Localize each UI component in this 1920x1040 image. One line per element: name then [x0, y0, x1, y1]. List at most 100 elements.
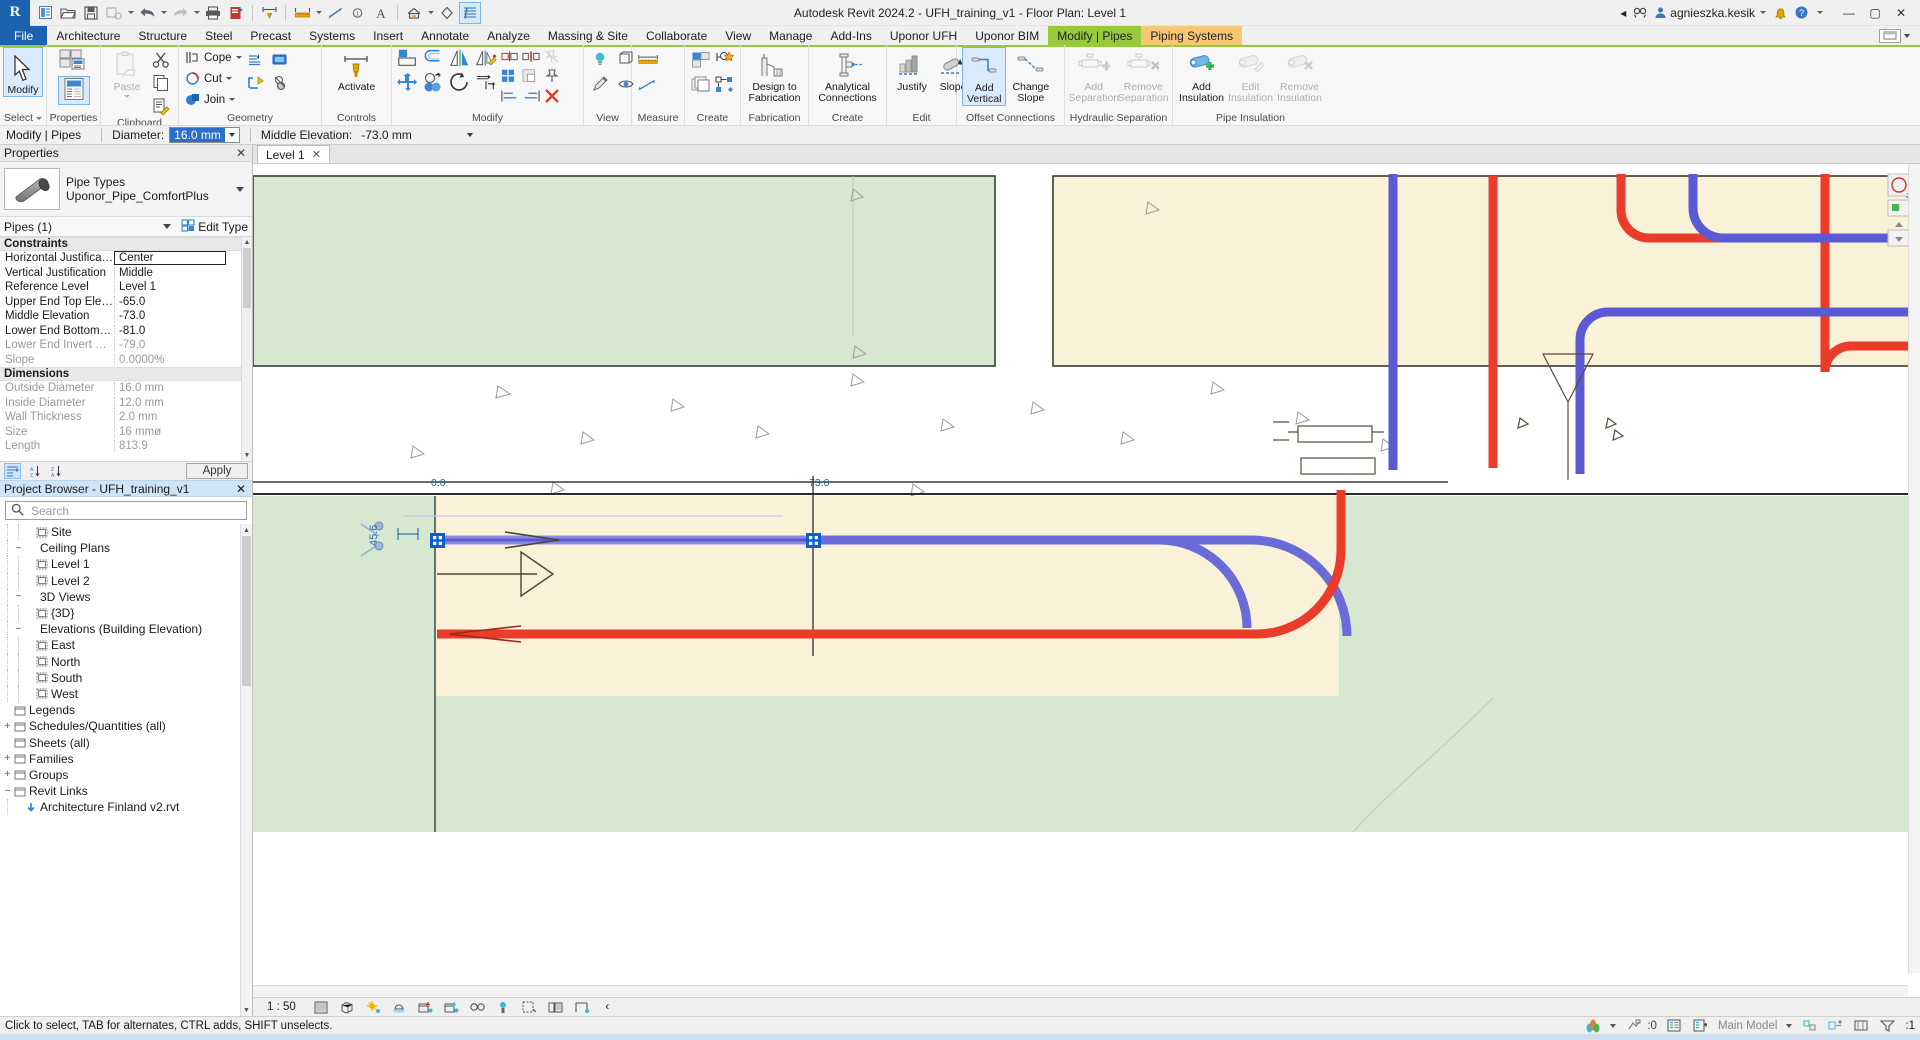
sort-ascending-button[interactable]: AZ	[25, 463, 42, 479]
temporary-hide-status-icon[interactable]	[1853, 1018, 1870, 1033]
property-value[interactable]: 16 mmø	[114, 425, 252, 438]
temporary-hide-isolate-icon[interactable]	[495, 999, 512, 1015]
tree-scrollbar[interactable]: ▲ ▼	[240, 524, 252, 1016]
save-as-icon[interactable]	[103, 2, 125, 24]
cope-button[interactable]: Cope	[184, 47, 242, 68]
undo-icon[interactable]	[136, 2, 158, 24]
type-properties-button[interactable]	[58, 48, 90, 75]
ribbon-tab-piping-systems[interactable]: Piping Systems	[1141, 26, 1243, 45]
ribbon-display-dropdown-icon[interactable]	[1904, 34, 1910, 38]
align-left-icon[interactable]	[501, 87, 519, 105]
drawing-canvas[interactable]: 0.0 73.0 45.6	[253, 164, 1920, 997]
demolish-icon[interactable]	[270, 49, 292, 71]
justify-button[interactable]: Justify	[892, 47, 932, 93]
tree-item[interactable]: + Groups	[0, 767, 252, 783]
search-input[interactable]	[29, 502, 241, 519]
align-icon[interactable]	[397, 47, 419, 69]
mirror-draw-axis-icon[interactable]	[475, 47, 497, 69]
property-value[interactable]: -81.0	[114, 324, 252, 337]
properties-scrollbar[interactable]: ▲ ▼	[241, 237, 252, 461]
save-icon[interactable]	[80, 2, 102, 24]
tree-item[interactable]: Level 1	[0, 556, 252, 572]
tree-toggle-icon[interactable]: +	[2, 769, 13, 780]
lightbulb-icon[interactable]	[589, 48, 611, 70]
add-vertical-button[interactable]: Add Vertical	[962, 47, 1007, 106]
tree-item[interactable]: Legends	[0, 702, 252, 718]
visual-style-icon[interactable]	[339, 999, 356, 1015]
property-row[interactable]: Length 813.9	[0, 439, 252, 454]
properties-scroll-thumb[interactable]	[243, 248, 251, 308]
ribbon-tab-steel[interactable]: Steel	[196, 26, 241, 45]
ribbon-tab-systems[interactable]: Systems	[300, 26, 364, 45]
view-scale-label[interactable]: 1 : 50	[259, 1001, 304, 1013]
property-row[interactable]: Size 16 mmø	[0, 425, 252, 440]
middle-elevation-dropdown-icon[interactable]	[463, 128, 477, 142]
property-row[interactable]: Middle Elevation -73.0	[0, 309, 252, 324]
show-crop-region-icon[interactable]	[469, 999, 486, 1015]
middle-elevation-combo[interactable]: -73.0 mm	[357, 127, 477, 143]
properties-palette-button[interactable]	[57, 76, 90, 105]
tree-item[interactable]: Architecture Finland v2.rvt	[0, 799, 252, 815]
aligned-line-dimension-icon[interactable]	[324, 2, 346, 24]
ribbon-tab-modify-pipes[interactable]: Modify | Pipes	[1048, 26, 1142, 45]
ribbon-tab-insert[interactable]: Insert	[364, 26, 412, 45]
editable-only-icon[interactable]	[1692, 1018, 1709, 1033]
ribbon-tab-massing-site[interactable]: Massing & Site	[539, 26, 637, 45]
tree-toggle-icon[interactable]: −	[13, 591, 24, 602]
properties-scroll-down-icon[interactable]: ▼	[242, 450, 252, 461]
tree-toggle-icon[interactable]: −	[13, 543, 24, 554]
diameter-dropdown-icon[interactable]	[225, 128, 239, 142]
tree-item[interactable]: − 3D Views	[0, 589, 252, 605]
tree-toggle-icon[interactable]: −	[13, 624, 24, 635]
cut-button[interactable]: Cut	[184, 68, 242, 89]
help-icon[interactable]: ?	[1794, 5, 1809, 20]
pin-icon[interactable]	[543, 67, 561, 85]
edit-insulation-button[interactable]: Edit Insulation	[1227, 47, 1274, 104]
unjoin-icon[interactable]	[270, 72, 292, 94]
tree-item[interactable]: + Schedules/Quantities (all)	[0, 718, 252, 734]
remove-separation-button[interactable]: Remove Separation	[1118, 47, 1169, 104]
ribbon-tab-add-ins[interactable]: Add-Ins	[821, 26, 880, 45]
reveal-hidden-elements-icon[interactable]	[521, 999, 538, 1015]
tape-measure-dropdown-icon[interactable]	[314, 2, 323, 24]
create-part-icon[interactable]	[714, 48, 736, 70]
hide-crop-boundaries-icon[interactable]	[573, 999, 590, 1015]
design-options-dropdown-icon[interactable]	[1610, 1023, 1617, 1028]
create-assembly-icon[interactable]	[714, 73, 736, 95]
tree-item[interactable]: Level 2	[0, 573, 252, 589]
scale-icon[interactable]	[522, 67, 540, 85]
property-row[interactable]: Outside Diameter 16.0 mm	[0, 381, 252, 396]
property-value[interactable]: -73.0	[114, 310, 252, 323]
split-icon[interactable]	[501, 47, 519, 65]
ribbon-tab-architecture[interactable]: Architecture	[47, 26, 129, 45]
property-value[interactable]: Level 1	[114, 281, 252, 294]
property-value[interactable]: 16.0 mm	[114, 382, 252, 395]
tree-item[interactable]: East	[0, 637, 252, 653]
copy-icon[interactable]	[150, 72, 172, 94]
ribbon-tab-analyze[interactable]: Analyze	[478, 26, 539, 45]
tree-item[interactable]: Site	[0, 524, 252, 540]
redo-dropdown-icon[interactable]	[192, 2, 201, 24]
worksets-dropdown-icon[interactable]	[1786, 1023, 1793, 1028]
exclude-options-icon[interactable]	[1801, 1018, 1818, 1033]
property-row[interactable]: Lower End Invert Eleva...-79.0	[0, 338, 252, 353]
tree-toggle-icon[interactable]: +	[2, 721, 13, 732]
tree-scroll-up-icon[interactable]: ▲	[241, 524, 252, 536]
expand-icon[interactable]: ‹	[599, 999, 616, 1015]
paint-icon[interactable]	[589, 73, 611, 95]
detail-level-icon[interactable]	[313, 999, 330, 1015]
wall-join-icon[interactable]	[245, 72, 267, 94]
analytical-connections-button[interactable]: Analytical Connections	[814, 47, 880, 104]
type-selector[interactable]: Pipe Types Uponor_Pipe_ComfortPlus	[0, 162, 252, 217]
property-value[interactable]: Center	[114, 251, 226, 266]
offset-icon[interactable]	[423, 47, 445, 69]
tree-item[interactable]: South	[0, 670, 252, 686]
ribbon-display-icon[interactable]	[1879, 28, 1901, 43]
revit-logo-icon[interactable]: R	[0, 0, 30, 26]
create-group-icon[interactable]	[690, 73, 712, 95]
properties-close-icon[interactable]: ✕	[234, 146, 248, 160]
remove-insulation-button[interactable]: Remove Insulation	[1276, 47, 1323, 104]
tree-item[interactable]: Sheets (all)	[0, 734, 252, 750]
mirror-pick-axis-icon[interactable]	[449, 47, 471, 69]
worksharing-icon[interactable]	[1584, 1018, 1601, 1033]
